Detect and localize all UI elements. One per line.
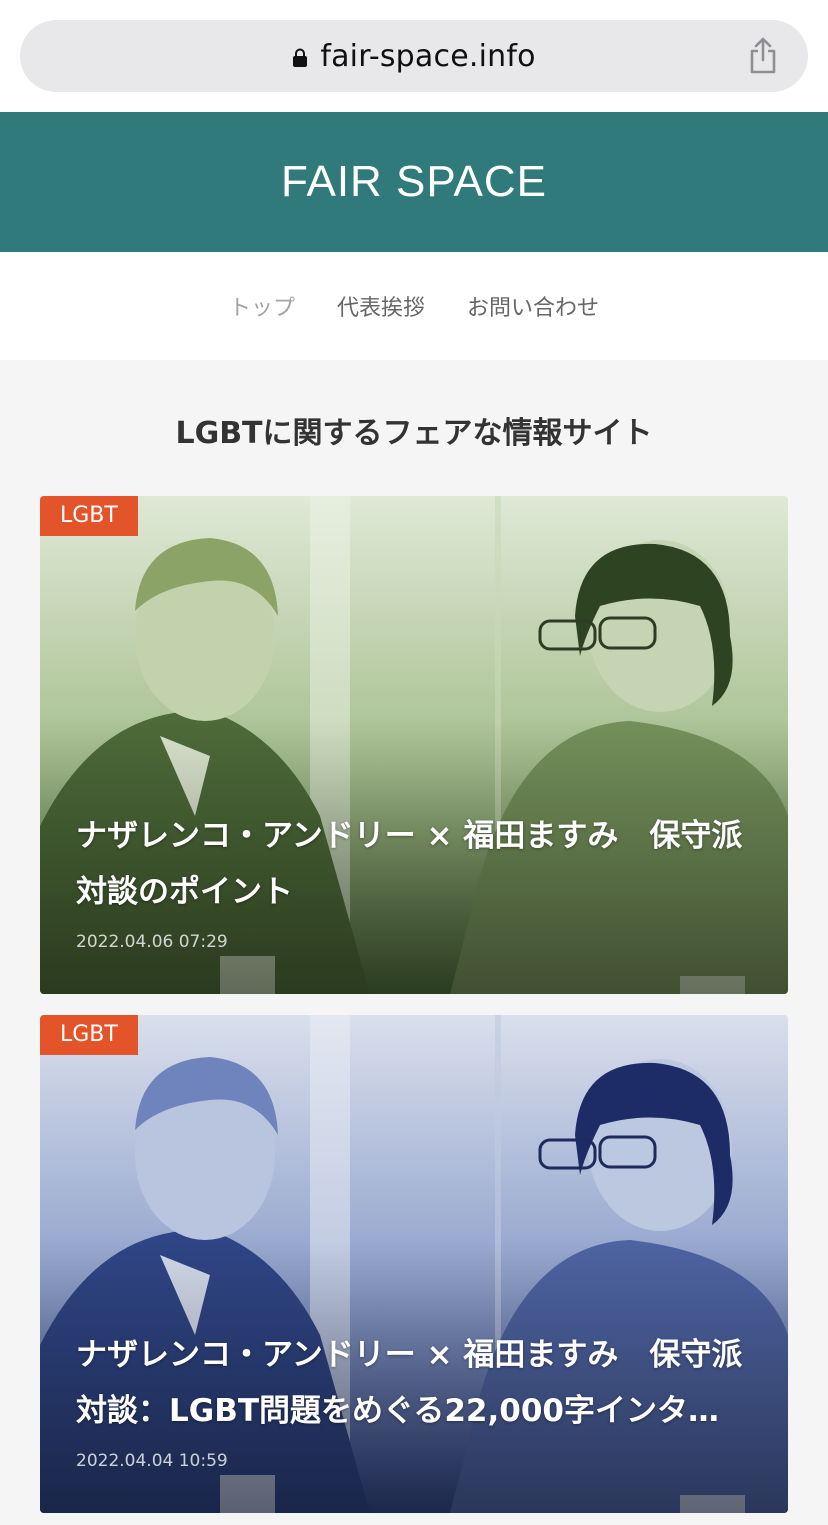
article-title[interactable]: ナザレンコ・アンドリー × 福田ますみ 保守派対談のポイント bbox=[76, 808, 748, 920]
url-text: fair-space.info bbox=[320, 38, 536, 74]
category-badge[interactable]: LGBT bbox=[40, 1015, 138, 1055]
site-header: FAIR SPACE bbox=[0, 112, 828, 252]
lock-icon bbox=[293, 48, 308, 67]
article-card[interactable]: LGBT ナザレンコ・アンドリー × 福田ますみ 保守派対談のポイント 2022… bbox=[40, 496, 788, 994]
site-tagline: LGBTに関するフェアな情報サイト bbox=[175, 416, 653, 451]
browser-bar: fair-space.info bbox=[0, 0, 828, 112]
site-logo[interactable]: FAIR SPACE bbox=[281, 157, 547, 207]
nav-item-contact[interactable]: お問い合わせ bbox=[467, 290, 599, 322]
article-date: 2022.04.06 07:29 bbox=[76, 932, 228, 952]
main-nav: トップ 代表挨拶 お問い合わせ bbox=[0, 252, 828, 360]
category-badge[interactable]: LGBT bbox=[40, 496, 138, 536]
article-card[interactable]: LGBT ナザレンコ・アンドリー × 福田ますみ 保守派対談：LGBT問題をめぐ… bbox=[40, 1015, 788, 1513]
article-date: 2022.04.04 10:59 bbox=[76, 1451, 228, 1471]
nav-item-greeting[interactable]: 代表挨拶 bbox=[337, 290, 425, 322]
share-icon[interactable] bbox=[748, 36, 778, 74]
address-bar[interactable]: fair-space.info bbox=[20, 20, 808, 92]
nav-item-top[interactable]: トップ bbox=[229, 290, 295, 322]
article-title[interactable]: ナザレンコ・アンドリー × 福田ますみ 保守派対談：LGBT問題をめぐる22,0… bbox=[76, 1327, 748, 1439]
